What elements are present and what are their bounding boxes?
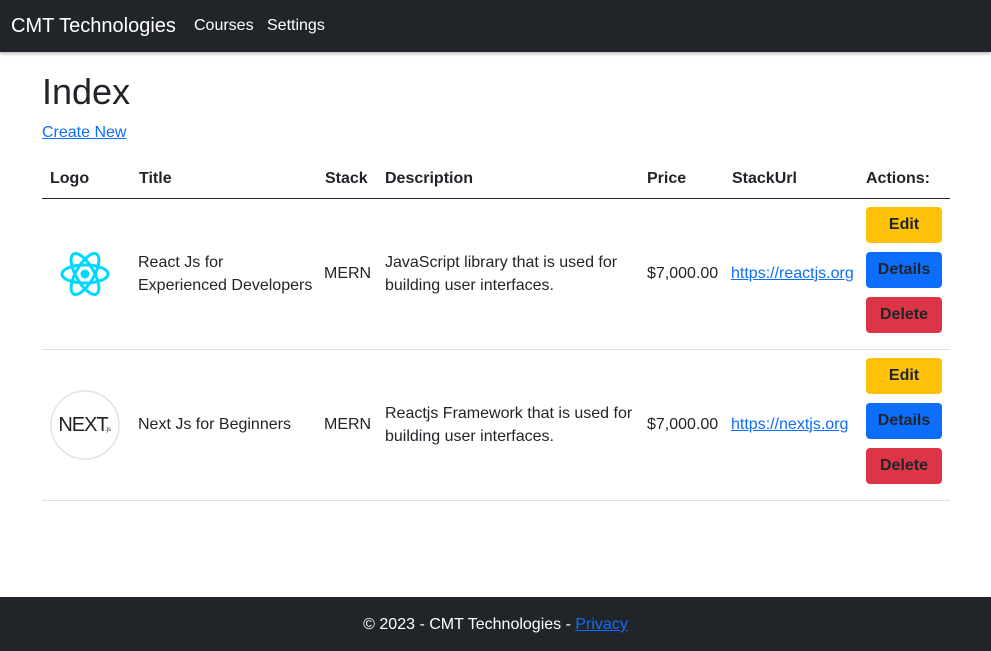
course-stackurl: https://nextjs.org	[731, 413, 848, 436]
create-new-link[interactable]: Create New	[42, 123, 126, 143]
page-footer: © 2023 - CMT Technologies - Privacy	[0, 597, 991, 651]
courses-table: Logo Title Stack Description Price Stack…	[42, 160, 950, 501]
stackurl-link[interactable]: https://reactjs.org	[731, 265, 854, 282]
column-header-description: Description	[385, 170, 474, 187]
course-title: Next Js for Beginners	[138, 416, 291, 433]
nextjs-logo-text: NEXT	[58, 414, 108, 436]
nextjs-logo-icon: NEXT .js	[50, 390, 120, 460]
course-title-line: Experienced Developers	[138, 277, 313, 294]
table-row: NEXT .js Next Js for Beginners MERN Reac…	[42, 350, 950, 501]
column-header-stackurl: StackUrl	[732, 170, 797, 187]
course-description: Reactjs Framework that is used for build…	[385, 402, 632, 448]
delete-button[interactable]: Delete	[866, 297, 942, 333]
column-header-logo: Logo	[50, 170, 90, 187]
course-stack: MERN	[324, 265, 372, 282]
footer-copyright: © 2023 - CMT Technologies -	[363, 616, 576, 633]
course-price: $7,000.00	[647, 416, 719, 433]
brand-link[interactable]: CMT Technologies	[11, 14, 176, 38]
column-header-stack: Stack	[325, 170, 368, 187]
table-header-row: Logo Title Stack Description Price Stack…	[42, 160, 950, 199]
column-header-actions: Actions:	[866, 170, 930, 187]
edit-button[interactable]: Edit	[866, 358, 942, 394]
course-description-line: building user interfaces.	[385, 277, 554, 294]
course-description-line: building user interfaces.	[385, 428, 554, 445]
course-title: React Js for Experienced Developers	[138, 251, 312, 297]
course-description-line: JavaScript library that is used for	[385, 254, 618, 271]
course-title-line: React Js for	[138, 254, 224, 271]
react-logo-icon	[50, 239, 120, 309]
stackurl-link[interactable]: https://nextjs.org	[731, 416, 848, 433]
nav-link-courses[interactable]: Courses	[194, 16, 254, 36]
details-button[interactable]: Details	[866, 403, 942, 439]
table-row: React Js for Experienced Developers MERN…	[42, 199, 950, 350]
details-button[interactable]: Details	[866, 252, 942, 288]
privacy-link[interactable]: Privacy	[575, 616, 627, 633]
course-stack: MERN	[324, 416, 372, 433]
footer-text-line: © 2023 - CMT Technologies - Privacy	[0, 615, 991, 635]
column-header-title: Title	[139, 170, 172, 187]
edit-button[interactable]: Edit	[866, 207, 942, 243]
course-description: JavaScript library that is used for buil…	[385, 251, 617, 297]
nextjs-logo-suffix: .js	[105, 427, 111, 433]
column-header-price: Price	[647, 170, 687, 187]
course-stackurl: https://reactjs.org	[731, 262, 854, 285]
course-description-line: Reactjs Framework that is used for	[385, 405, 633, 422]
nav-link-settings[interactable]: Settings	[267, 16, 325, 36]
page-title: Index	[42, 71, 131, 112]
top-navbar: CMT Technologies Courses Settings	[0, 0, 991, 52]
course-price: $7,000.00	[647, 265, 719, 282]
delete-button[interactable]: Delete	[866, 448, 942, 484]
